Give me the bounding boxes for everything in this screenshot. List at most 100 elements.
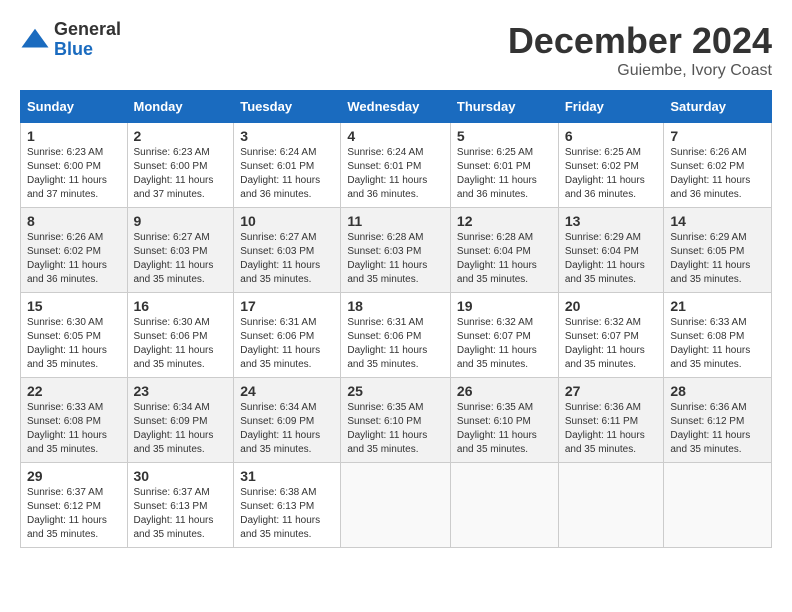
day-number: 30 xyxy=(134,468,228,484)
day-info: Sunrise: 6:27 AMSunset: 6:03 PMDaylight:… xyxy=(134,231,228,287)
day-number: 9 xyxy=(134,213,228,229)
calendar-cell: 3 Sunrise: 6:24 AMSunset: 6:01 PMDaylight… xyxy=(234,123,341,208)
day-info: Sunrise: 6:29 AMSunset: 6:04 PMDaylight:… xyxy=(565,231,658,287)
calendar-cell: 21 Sunrise: 6:33 AMSunset: 6:08 PMDayligh… xyxy=(664,293,772,378)
day-number: 11 xyxy=(347,213,444,229)
day-info: Sunrise: 6:31 AMSunset: 6:06 PMDaylight:… xyxy=(347,316,444,372)
calendar-week-row: 29 Sunrise: 6:37 AMSunset: 6:12 PMDayligh… xyxy=(21,463,772,548)
calendar-cell: 10Sunrise: 6:27 AMSunset: 6:03 PMDayligh… xyxy=(234,208,341,293)
day-info: Sunrise: 6:30 AMSunset: 6:05 PMDaylight:… xyxy=(27,316,121,372)
day-info: Sunrise: 6:38 AMSunset: 6:13 PMDaylight:… xyxy=(240,486,334,542)
day-info: Sunrise: 6:37 AMSunset: 6:12 PMDaylight:… xyxy=(27,486,121,542)
calendar-cell: 7 Sunrise: 6:26 AMSunset: 6:02 PMDaylight… xyxy=(664,123,772,208)
day-number: 21 xyxy=(670,298,765,314)
logo-icon xyxy=(20,25,50,55)
day-number: 5 xyxy=(457,128,552,144)
day-info: Sunrise: 6:33 AMSunset: 6:08 PMDaylight:… xyxy=(27,401,121,457)
calendar-cell: 20 Sunrise: 6:32 AMSunset: 6:07 PMDayligh… xyxy=(558,293,664,378)
day-info: Sunrise: 6:24 AMSunset: 6:01 PMDaylight:… xyxy=(347,146,444,202)
day-number: 7 xyxy=(670,128,765,144)
day-number: 16 xyxy=(134,298,228,314)
header-day-wednesday: Wednesday xyxy=(341,91,451,123)
day-number: 10 xyxy=(240,213,334,229)
day-info: Sunrise: 6:26 AMSunset: 6:02 PMDaylight:… xyxy=(27,231,121,287)
day-number: 1 xyxy=(27,128,121,144)
title-section: December 2024 Guiembe, Ivory Coast xyxy=(508,20,772,80)
day-number: 29 xyxy=(27,468,121,484)
day-info: Sunrise: 6:32 AMSunset: 6:07 PMDaylight:… xyxy=(565,316,658,372)
day-number: 31 xyxy=(240,468,334,484)
calendar-cell xyxy=(341,463,451,548)
calendar-cell: 6Sunrise: 6:25 AMSunset: 6:02 PMDaylight… xyxy=(558,123,664,208)
day-number: 25 xyxy=(347,383,444,399)
logo-text: General Blue xyxy=(54,20,121,60)
calendar-cell: 18 Sunrise: 6:31 AMSunset: 6:06 PMDayligh… xyxy=(341,293,451,378)
day-info: Sunrise: 6:24 AMSunset: 6:01 PMDaylight:… xyxy=(240,146,334,202)
day-number: 24 xyxy=(240,383,334,399)
day-number: 26 xyxy=(457,383,552,399)
calendar-cell: 5 Sunrise: 6:25 AMSunset: 6:01 PMDaylight… xyxy=(450,123,558,208)
day-info: Sunrise: 6:29 AMSunset: 6:05 PMDaylight:… xyxy=(670,231,765,287)
calendar-cell: 2 Sunrise: 6:23 AMSunset: 6:00 PMDaylight… xyxy=(127,123,234,208)
calendar-cell: 22 Sunrise: 6:33 AMSunset: 6:08 PMDayligh… xyxy=(21,378,128,463)
day-info: Sunrise: 6:30 AMSunset: 6:06 PMDaylight:… xyxy=(134,316,228,372)
header-day-tuesday: Tuesday xyxy=(234,91,341,123)
day-number: 17 xyxy=(240,298,334,314)
location-title: Guiembe, Ivory Coast xyxy=(508,62,772,80)
day-info: Sunrise: 6:37 AMSunset: 6:13 PMDaylight:… xyxy=(134,486,228,542)
day-info: Sunrise: 6:36 AMSunset: 6:11 PMDaylight:… xyxy=(565,401,658,457)
day-number: 28 xyxy=(670,383,765,399)
calendar-cell: 13 Sunrise: 6:29 AMSunset: 6:04 PMDayligh… xyxy=(558,208,664,293)
day-number: 18 xyxy=(347,298,444,314)
logo-blue: Blue xyxy=(54,40,121,60)
calendar-cell: 19Sunrise: 6:32 AMSunset: 6:07 PMDayligh… xyxy=(450,293,558,378)
calendar-cell: 11Sunrise: 6:28 AMSunset: 6:03 PMDayligh… xyxy=(341,208,451,293)
day-info: Sunrise: 6:28 AMSunset: 6:04 PMDaylight:… xyxy=(457,231,552,287)
calendar-week-row: 15 Sunrise: 6:30 AMSunset: 6:05 PMDayligh… xyxy=(21,293,772,378)
calendar-table: SundayMondayTuesdayWednesdayThursdayFrid… xyxy=(20,90,772,548)
day-number: 20 xyxy=(565,298,658,314)
day-number: 15 xyxy=(27,298,121,314)
day-info: Sunrise: 6:35 AMSunset: 6:10 PMDaylight:… xyxy=(347,401,444,457)
day-number: 8 xyxy=(27,213,121,229)
page-header: General Blue December 2024 Guiembe, Ivor… xyxy=(20,20,772,80)
day-number: 13 xyxy=(565,213,658,229)
header-day-saturday: Saturday xyxy=(664,91,772,123)
calendar-cell: 1 Sunrise: 6:23 AMSunset: 6:00 PMDaylight… xyxy=(21,123,128,208)
calendar-cell: 14 Sunrise: 6:29 AMSunset: 6:05 PMDayligh… xyxy=(664,208,772,293)
day-number: 19 xyxy=(457,298,552,314)
day-info: Sunrise: 6:33 AMSunset: 6:08 PMDaylight:… xyxy=(670,316,765,372)
calendar-cell: 29 Sunrise: 6:37 AMSunset: 6:12 PMDayligh… xyxy=(21,463,128,548)
calendar-cell: 4Sunrise: 6:24 AMSunset: 6:01 PMDaylight… xyxy=(341,123,451,208)
calendar-cell: 15 Sunrise: 6:30 AMSunset: 6:05 PMDayligh… xyxy=(21,293,128,378)
calendar-cell xyxy=(450,463,558,548)
logo-general: General xyxy=(54,20,121,40)
header-day-sunday: Sunday xyxy=(21,91,128,123)
calendar-cell: 30 Sunrise: 6:37 AMSunset: 6:13 PMDayligh… xyxy=(127,463,234,548)
header-day-thursday: Thursday xyxy=(450,91,558,123)
day-info: Sunrise: 6:25 AMSunset: 6:01 PMDaylight:… xyxy=(457,146,552,202)
calendar-cell: 23Sunrise: 6:34 AMSunset: 6:09 PMDayligh… xyxy=(127,378,234,463)
day-number: 3 xyxy=(240,128,334,144)
day-number: 14 xyxy=(670,213,765,229)
month-title: December 2024 xyxy=(508,20,772,62)
calendar-cell: 26Sunrise: 6:35 AMSunset: 6:10 PMDayligh… xyxy=(450,378,558,463)
calendar-cell: 17Sunrise: 6:31 AMSunset: 6:06 PMDayligh… xyxy=(234,293,341,378)
day-info: Sunrise: 6:34 AMSunset: 6:09 PMDaylight:… xyxy=(240,401,334,457)
calendar-cell: 24 Sunrise: 6:34 AMSunset: 6:09 PMDayligh… xyxy=(234,378,341,463)
day-number: 6 xyxy=(565,128,658,144)
day-info: Sunrise: 6:23 AMSunset: 6:00 PMDaylight:… xyxy=(27,146,121,202)
day-number: 27 xyxy=(565,383,658,399)
calendar-cell: 31 Sunrise: 6:38 AMSunset: 6:13 PMDayligh… xyxy=(234,463,341,548)
day-number: 22 xyxy=(27,383,121,399)
day-info: Sunrise: 6:26 AMSunset: 6:02 PMDaylight:… xyxy=(670,146,765,202)
calendar-cell xyxy=(664,463,772,548)
day-info: Sunrise: 6:34 AMSunset: 6:09 PMDaylight:… xyxy=(134,401,228,457)
calendar-cell: 16 Sunrise: 6:30 AMSunset: 6:06 PMDayligh… xyxy=(127,293,234,378)
calendar-cell: 12Sunrise: 6:28 AMSunset: 6:04 PMDayligh… xyxy=(450,208,558,293)
calendar-cell: 9 Sunrise: 6:27 AMSunset: 6:03 PMDaylight… xyxy=(127,208,234,293)
day-number: 2 xyxy=(134,128,228,144)
day-info: Sunrise: 6:23 AMSunset: 6:00 PMDaylight:… xyxy=(134,146,228,202)
calendar-cell: 28Sunrise: 6:36 AMSunset: 6:12 PMDayligh… xyxy=(664,378,772,463)
calendar-cell: 27 Sunrise: 6:36 AMSunset: 6:11 PMDayligh… xyxy=(558,378,664,463)
